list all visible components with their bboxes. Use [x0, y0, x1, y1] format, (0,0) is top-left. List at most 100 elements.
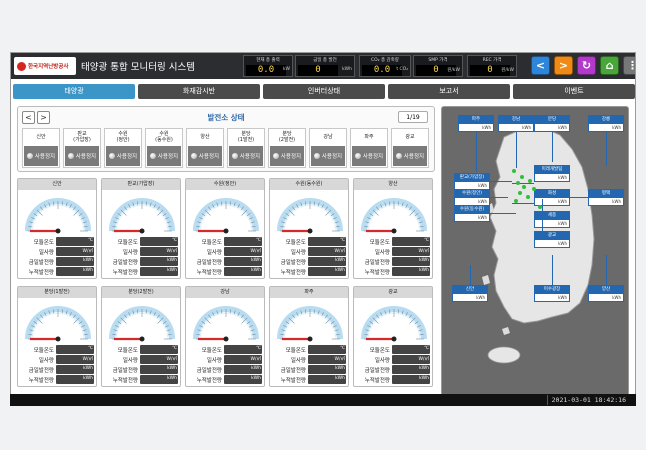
plant-status-item[interactable]: 파주 사용정지	[350, 128, 388, 168]
metric-unit: ℃	[423, 238, 429, 243]
stat-label: CO₂ 총 감축량	[371, 58, 399, 63]
site-unit: kWh	[612, 125, 621, 130]
tab-5[interactable]: 이벤트	[513, 84, 635, 99]
tab-3[interactable]: 인버터상태	[263, 84, 385, 99]
map-site-marker-icon[interactable]	[512, 169, 516, 173]
map-connector-line	[490, 181, 512, 182]
plant-status-item[interactable]: 분당 (2발전) 사용정지	[268, 128, 306, 168]
map-site-label[interactable]: 양산 kWh	[588, 285, 624, 302]
status-text: 사용정지	[321, 154, 343, 160]
gauge-title: 파주	[270, 287, 348, 298]
stat-5: REC 가격 0 원/kW	[467, 55, 517, 77]
plant-status-item[interactable]: 수원 (정안) 사용정지	[104, 128, 142, 168]
map-site-marker-icon[interactable]	[528, 179, 532, 183]
plant-status: 사용정지	[229, 146, 263, 166]
map-connector-line	[542, 207, 543, 237]
site-name: 신안	[453, 286, 487, 294]
status-lamp-icon	[272, 153, 279, 159]
company-logo: 한국지역난방공사	[14, 57, 76, 75]
status-text: 사용정지	[198, 154, 220, 160]
map-site-label[interactable]: 분당 kWh	[534, 115, 570, 132]
home-button[interactable]: ⌂	[600, 56, 619, 75]
plant-status-item[interactable]: 광교 사용정지	[391, 128, 429, 168]
map-site-label[interactable]: 파주 kWh	[458, 115, 494, 132]
nav-forward-button[interactable]: >	[554, 56, 573, 75]
tab-4[interactable]: 보고서	[388, 84, 510, 99]
map-connector-line	[476, 132, 477, 172]
map-site-label[interactable]: 강릉 kWh	[588, 115, 624, 132]
map-site-label[interactable]: 평택 kWh	[588, 189, 624, 206]
menu-button[interactable]: ⋮	[623, 56, 635, 75]
map-site-marker-icon[interactable]	[532, 187, 536, 191]
tab-1[interactable]: 태양광	[13, 84, 135, 99]
status-lamp-icon	[26, 153, 33, 159]
metric-label: 누적발전량	[112, 270, 138, 276]
site-unit: kWh	[558, 199, 567, 204]
gauge-metric-row: 모듈온도 ℃	[354, 345, 434, 355]
site-name: 수원(정안)	[455, 190, 489, 198]
map-site-label[interactable]: 판교(가압장) kWh	[454, 173, 490, 190]
metric-label: 금일발전량	[112, 260, 138, 266]
status-lamp-icon	[190, 153, 197, 159]
map-site-marker-icon[interactable]	[538, 205, 542, 209]
refresh-button[interactable]: ↻	[577, 56, 596, 75]
metric-unit: kWh	[251, 258, 261, 263]
metric-unit: kWh	[419, 366, 429, 371]
stat-label: SMP 가격	[428, 58, 448, 63]
metric-value: kWh	[56, 267, 94, 276]
status-text: 사용정지	[75, 154, 97, 160]
map-site-marker-icon[interactable]	[520, 175, 524, 179]
plant-status-item[interactable]: 신안 사용정지	[22, 128, 60, 168]
plant-status-item[interactable]: 강남 사용정지	[309, 128, 347, 168]
datetime-display: 2021-03-01 18:42:16	[546, 395, 630, 405]
map-site-label[interactable]: 수원(동수원) kWh	[454, 205, 490, 222]
metric-value: kWh	[392, 257, 430, 266]
status-text: 사용정지	[280, 154, 302, 160]
metric-value: kWh	[224, 257, 262, 266]
app-window: 한국지역난방공사 태양광 통합 모니터링 시스템 현재 총 출력 0.0 kW 금일 …	[10, 52, 636, 406]
map-site-marker-icon[interactable]	[518, 191, 522, 195]
metric-label: 모듈온도	[117, 240, 138, 246]
metric-value: ℃	[308, 237, 346, 246]
metric-label: 누적발전량	[280, 270, 306, 276]
metric-unit: kWh	[419, 376, 429, 381]
gauge-metric-row: 누적발전량 kWh	[102, 375, 182, 385]
metric-value: kWh	[308, 257, 346, 266]
plant-status-item[interactable]: 수원 (동수원) 사용정지	[145, 128, 183, 168]
plant-status: 사용정지	[311, 146, 345, 166]
map-site-label[interactable]: 미수광장 kWh	[534, 285, 570, 302]
metric-label: 모듈온도	[369, 348, 390, 354]
metric-label: 금일발전량	[28, 368, 54, 374]
site-unit: kWh	[558, 295, 567, 300]
map-site-label[interactable]: 광교 kWh	[534, 231, 570, 248]
metric-label: 누적발전량	[112, 378, 138, 384]
map-site-marker-icon[interactable]	[526, 195, 530, 199]
map-site-label[interactable]: 화성 kWh	[534, 189, 570, 206]
monitor-panel: < > 발전소 상태 1/19 신안 사용정지 판교 (가압장) 사용정지 수원 (정안…	[17, 106, 435, 396]
metric-value: kWh	[56, 375, 94, 384]
map-site-marker-icon[interactable]	[516, 181, 520, 185]
tab-2[interactable]: 화재감시반	[138, 84, 260, 99]
site-unit: kWh	[482, 125, 491, 130]
metric-label: 금일발전량	[28, 260, 54, 266]
nav-back-button[interactable]: <	[531, 56, 550, 75]
metric-label: 금일발전량	[196, 260, 222, 266]
map-site-label[interactable]: 수원(정안) kWh	[454, 189, 490, 206]
gauge-title: 판교(가압장)	[102, 179, 180, 190]
status-text: 사용정지	[403, 154, 425, 160]
map-site-marker-icon[interactable]	[522, 185, 526, 189]
gauge-dial	[277, 306, 343, 342]
plant-status-item[interactable]: 양산 사용정지	[186, 128, 224, 168]
plant-status-item[interactable]: 분당 (1발전) 사용정지	[227, 128, 265, 168]
gauge-dial	[277, 198, 343, 234]
map-site-label[interactable]: 미래개발팀 kWh	[534, 165, 570, 182]
plant-status-item[interactable]: 판교 (가압장) 사용정지	[63, 128, 101, 168]
map-site-marker-icon[interactable]	[514, 199, 518, 203]
metric-value: W/㎡	[56, 247, 94, 256]
map-site-label[interactable]: 신안 kWh	[452, 285, 488, 302]
gauge-card: 신안 모듈온도 ℃ 일사량 W/㎡ 금일발전량 kWh 누적발전량 kWh	[17, 178, 97, 279]
gauge-metric-row: 금일발전량 kWh	[102, 365, 182, 375]
map-site-label[interactable]: 세종 kWh	[534, 211, 570, 228]
gauge-metric-row: 일사량 W/㎡	[354, 355, 434, 365]
map-site-label[interactable]: 강남 kWh	[498, 115, 534, 132]
